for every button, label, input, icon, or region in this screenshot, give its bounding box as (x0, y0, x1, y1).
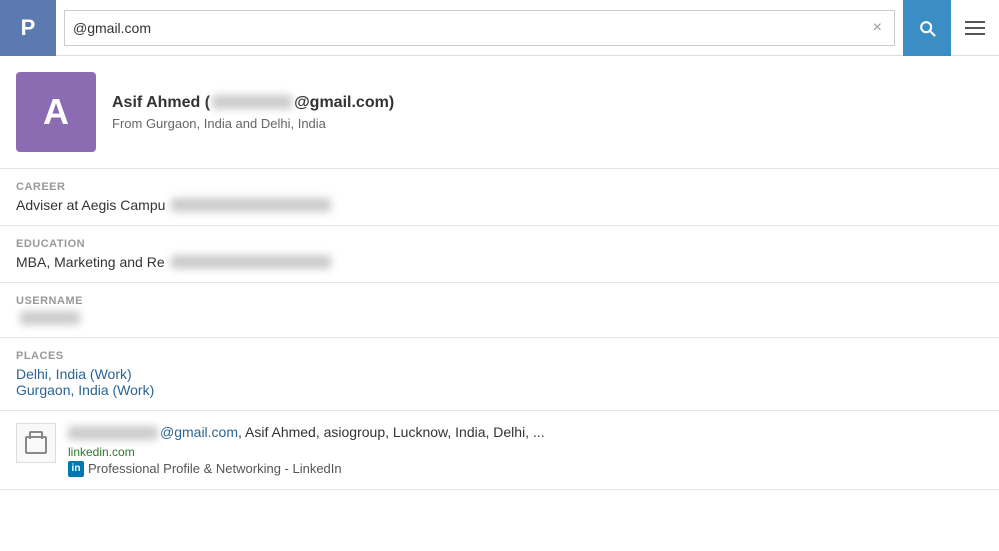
places-section: PLACES Delhi, India (Work) Gurgaon, Indi… (0, 338, 999, 411)
result-content: @gmail.com, Asif Ahmed, asiogroup, Luckn… (68, 423, 545, 477)
education-section: EDUCATION MBA, Marketing and Re (0, 226, 999, 283)
result-description-inline: , Asif Ahmed, asiogroup, Lucknow, India,… (238, 424, 545, 440)
result-desc: in Professional Profile & Networking - L… (68, 461, 545, 477)
profile-email-blurred (212, 95, 292, 109)
header: P × (0, 0, 999, 56)
search-input[interactable] (73, 20, 869, 36)
profile-location: From Gurgaon, India and Delhi, India (112, 116, 394, 131)
place-gurgaon[interactable]: Gurgaon, India (Work) (16, 382, 154, 398)
education-text: MBA, Marketing and Re (16, 254, 165, 270)
result-title-blurred (68, 426, 158, 440)
logo-letter: P (21, 15, 36, 41)
username-section: USERNAME (0, 283, 999, 338)
menu-button[interactable] (951, 0, 999, 56)
profile-email-suffix: @gmail.com) (294, 94, 394, 111)
linkedin-icon: in (68, 461, 84, 477)
search-result: @gmail.com, Asif Ahmed, asiogroup, Luckn… (0, 411, 999, 490)
profile-info: Asif Ahmed ( @gmail.com) From Gurgaon, I… (112, 94, 394, 131)
avatar-letter: A (43, 91, 69, 133)
result-site: linkedin.com (68, 445, 545, 459)
username-value (16, 311, 983, 325)
menu-line-1 (965, 21, 985, 23)
clear-button[interactable]: × (869, 19, 886, 37)
places-label: PLACES (16, 350, 983, 362)
menu-line-2 (965, 27, 985, 29)
avatar: A (16, 72, 96, 152)
username-blurred (20, 311, 80, 325)
result-desc-text: Professional Profile & Networking - Link… (88, 461, 342, 476)
education-value: MBA, Marketing and Re (16, 254, 983, 270)
career-value: Adviser at Aegis Campu (16, 197, 983, 213)
username-label: USERNAME (16, 295, 983, 307)
career-text: Adviser at Aegis Campu (16, 197, 165, 213)
profile-name: Asif Ahmed ( @gmail.com) (112, 94, 394, 112)
places-values: Delhi, India (Work) Gurgaon, India (Work… (16, 366, 983, 398)
briefcase-icon (25, 436, 47, 454)
search-bar: × (64, 10, 895, 46)
education-blurred (171, 255, 331, 269)
logo: P (0, 0, 56, 56)
career-label: CAREER (16, 181, 983, 193)
profile-name-text: Asif Ahmed ( (112, 94, 210, 111)
career-blurred (171, 198, 331, 212)
profile-section: A Asif Ahmed ( @gmail.com) From Gurgaon,… (0, 56, 999, 169)
search-icon (917, 18, 937, 38)
result-icon-box (16, 423, 56, 463)
place-delhi[interactable]: Delhi, India (Work) (16, 366, 132, 382)
education-label: EDUCATION (16, 238, 983, 250)
search-button[interactable] (903, 0, 951, 56)
career-section: CAREER Adviser at Aegis Campu (0, 169, 999, 226)
result-email-suffix: @gmail.com (160, 424, 238, 440)
menu-line-3 (965, 33, 985, 35)
result-title[interactable]: @gmail.com, Asif Ahmed, asiogroup, Luckn… (68, 423, 545, 443)
